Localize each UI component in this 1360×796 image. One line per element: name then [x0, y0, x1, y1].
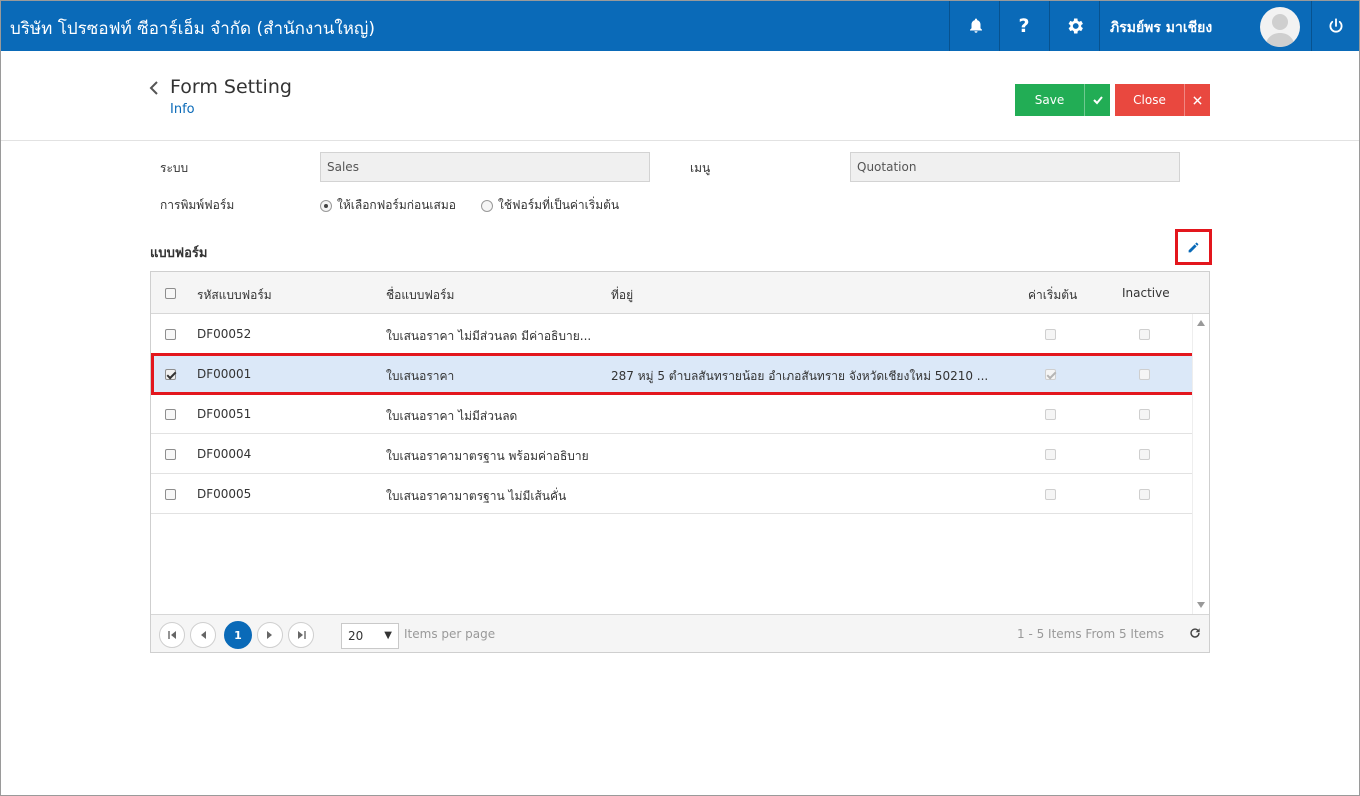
radio-button[interactable] — [320, 199, 332, 212]
row-name: ใบเสนอราคามาตรฐาน ไม่มีเส้นคั่น — [386, 489, 567, 503]
table-row[interactable]: DF00051 ใบเสนอราคา ไม่มีส่วนลด — [151, 394, 1192, 434]
last-page-button[interactable] — [288, 622, 314, 648]
inactive-checkbox — [1139, 449, 1150, 460]
system-label: ระบบ — [160, 161, 189, 175]
row-checkbox[interactable] — [165, 329, 176, 340]
col-inactive[interactable]: Inactive — [1122, 286, 1170, 300]
row-checkbox[interactable] — [165, 489, 176, 500]
row-checkbox[interactable] — [165, 449, 176, 460]
save-button-label: Save — [1034, 93, 1065, 107]
help-icon[interactable]: ? — [1000, 1, 1048, 51]
print-form-label: การพิมพ์ฟอร์ม — [160, 198, 235, 212]
top-bar: บริษัท โปรซอฟท์ ซีอาร์เอ็ม จำกัด (สำนักง… — [1, 1, 1359, 51]
vertical-scrollbar[interactable] — [1192, 314, 1209, 614]
row-code: DF00004 — [197, 447, 252, 461]
separator — [949, 1, 950, 51]
row-checkbox[interactable] — [165, 409, 176, 420]
close-button-label: Close — [1133, 93, 1166, 107]
row-name: ใบเสนอราคา ไม่มีส่วนลด — [386, 409, 518, 423]
radio-button[interactable] — [481, 199, 493, 212]
inactive-checkbox — [1139, 409, 1150, 420]
edit-button[interactable] — [1175, 229, 1212, 265]
pencil-icon — [1188, 242, 1199, 252]
pager: 1 20 ▼ Items per page 1 - 5 Items From 5… — [151, 614, 1209, 652]
row-name: ใบเสนอราคา ไม่มีส่วนลด มีค่าอธิบาย... — [386, 329, 592, 343]
refresh-icon[interactable] — [1188, 626, 1202, 643]
first-page-button[interactable] — [159, 622, 185, 648]
check-icon — [1084, 84, 1110, 116]
row-code: DF00052 — [197, 327, 252, 341]
separator — [1099, 1, 1100, 51]
inactive-checkbox — [1139, 329, 1150, 340]
table-row[interactable]: DF00052 ใบเสนอราคา ไม่มีส่วนลด มีค่าอธิบ… — [151, 314, 1192, 354]
inactive-checkbox — [1139, 489, 1150, 500]
current-page[interactable]: 1 — [224, 621, 252, 649]
default-checkbox — [1045, 409, 1056, 420]
separator — [1049, 1, 1050, 51]
select-all-checkbox[interactable] — [165, 288, 176, 299]
row-code: DF00005 — [197, 487, 252, 501]
chevron-down-icon: ▼ — [384, 630, 392, 641]
table-row[interactable]: DF00005 ใบเสนอราคามาตรฐาน ไม่มีเส้นคั่น — [151, 474, 1192, 514]
col-name[interactable]: ชื่อแบบฟอร์ม — [386, 286, 454, 305]
table-row[interactable]: DF00004 ใบเสนอราคามาตรฐาน พร้อมค่าอธิบาย — [151, 434, 1192, 474]
power-icon[interactable] — [1312, 1, 1360, 51]
system-field[interactable]: Sales — [320, 152, 650, 182]
page-subtitle[interactable]: Info — [170, 102, 195, 117]
prev-page-button[interactable] — [190, 622, 216, 648]
grid-header: รหัสแบบฟอร์ม ชื่อแบบฟอร์ม ที่อยู่ ค่าเริ… — [151, 272, 1209, 314]
company-name: บริษัท โปรซอฟท์ ซีอาร์เอ็ม จำกัด (สำนักง… — [10, 19, 376, 39]
page-title: Form Setting — [170, 76, 292, 98]
menu-field[interactable]: Quotation — [850, 152, 1180, 182]
radio-use-default[interactable]: ใช้ฟอร์มที่เป็นค่าเริ่มต้น — [481, 196, 619, 215]
close-button[interactable]: Close — [1115, 84, 1210, 116]
forms-grid: รหัสแบบฟอร์ม ชื่อแบบฟอร์ม ที่อยู่ ค่าเริ… — [150, 271, 1210, 653]
user-name[interactable]: ภิรมย์พร มาเชียง — [1110, 17, 1212, 39]
default-checkbox — [1045, 449, 1056, 460]
close-icon — [1184, 84, 1210, 116]
scroll-up-icon — [1197, 320, 1205, 326]
items-per-page-label: Items per page — [404, 627, 496, 641]
save-button[interactable]: Save — [1015, 84, 1110, 116]
radio-label: ใช้ฟอร์มที่เป็นค่าเริ่มต้น — [498, 198, 620, 212]
radio-always-choose[interactable]: ให้เลือกฟอร์มก่อนเสมอ — [320, 196, 456, 215]
page-size-select[interactable]: 20 ▼ — [341, 623, 399, 649]
avatar[interactable] — [1260, 7, 1300, 47]
next-page-button[interactable] — [257, 622, 283, 648]
default-checkbox — [1045, 329, 1056, 340]
scroll-down-icon — [1197, 602, 1205, 608]
items-summary: 1 - 5 Items From 5 Items — [1017, 627, 1164, 641]
default-checkbox — [1045, 489, 1056, 500]
row-code: DF00051 — [197, 407, 252, 421]
bell-icon[interactable] — [952, 1, 1000, 51]
col-address[interactable]: ที่อยู่ — [611, 286, 633, 305]
gear-icon[interactable] — [1051, 1, 1099, 51]
menu-label: เมนู — [690, 161, 711, 175]
section-title: แบบฟอร์ม — [150, 246, 208, 261]
col-code[interactable]: รหัสแบบฟอร์ม — [197, 286, 272, 305]
page-header: Form Setting Info Save Close — [1, 51, 1359, 141]
radio-label: ให้เลือกฟอร์มก่อนเสมอ — [337, 198, 456, 212]
back-chevron-icon[interactable] — [148, 81, 160, 98]
selected-row-highlight — [151, 353, 1196, 395]
col-default[interactable]: ค่าเริ่มต้น — [1028, 286, 1077, 305]
page-size-value: 20 — [348, 629, 364, 643]
row-name: ใบเสนอราคามาตรฐาน พร้อมค่าอธิบาย — [386, 449, 589, 463]
